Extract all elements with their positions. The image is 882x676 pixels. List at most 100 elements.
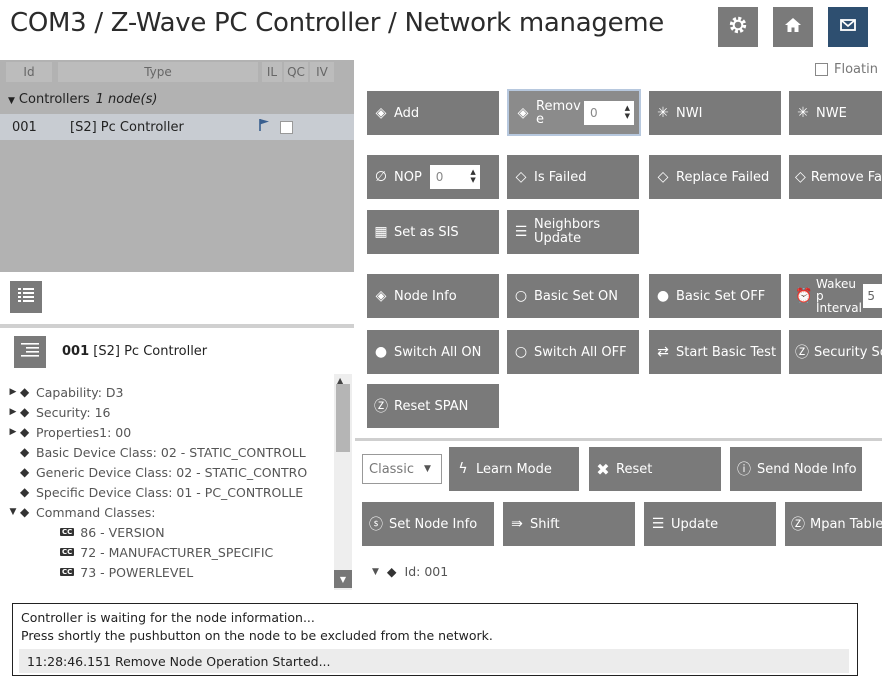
- replace-failed-icon: ◇: [657, 169, 669, 185]
- remove-stepper[interactable]: 0 ▲ ▼: [584, 100, 634, 125]
- circle-filled-icon: ●: [374, 344, 388, 360]
- grid-icon: ▦: [374, 224, 388, 240]
- table-row[interactable]: 001 [S2] Pc Controller: [0, 114, 354, 140]
- switch-all-off-button[interactable]: ○ Switch All OFF: [507, 330, 639, 374]
- page-title: COM3 / Z-Wave PC Controller / Network ma…: [10, 8, 664, 38]
- add-button[interactable]: ◈ Add: [367, 91, 499, 135]
- tree-item[interactable]: ▼ ◆ Command Classes:: [6, 502, 156, 522]
- stepper-value: 0: [590, 105, 598, 120]
- floating-label: Floatin: [834, 62, 878, 77]
- security-scheme-button[interactable]: Ⓩ Security Sc: [789, 330, 882, 374]
- tag-icon: ◆: [20, 425, 30, 439]
- node-info-button[interactable]: ◈ Node Info: [367, 274, 499, 318]
- node-details-tree: ▶ ◆ Capability: D3 ▶ ◆ Security: 16 ▶ ◆ Proper…: [0, 374, 354, 590]
- tag-icon: ◆: [20, 505, 30, 519]
- tag-icon: ◆: [20, 385, 30, 399]
- replace-failed-button[interactable]: ◇ Replace Failed: [649, 155, 781, 199]
- details-list-icon: [21, 343, 39, 361]
- log-panel: Controller is waiting for the node infor…: [12, 603, 858, 676]
- reset-span-button[interactable]: Ⓩ Reset SPAN: [367, 384, 499, 428]
- network-wide-inclusion-icon: ✳: [657, 105, 669, 121]
- tag-icon: ◆: [20, 485, 30, 499]
- mode-select[interactable]: Classic ▼: [362, 454, 442, 484]
- tree-item[interactable]: ▶ ◆ Security: 16: [6, 402, 111, 422]
- basic-set-off-button[interactable]: ● Basic Set OFF: [649, 274, 781, 318]
- log-entry[interactable]: 11:28:46.151 Remove Node Operation Start…: [19, 649, 849, 673]
- send-node-info-button[interactable]: ⓘ Send Node Info: [730, 447, 862, 491]
- tree-item[interactable]: ▶ ◆ Capability: D3: [6, 382, 124, 402]
- tree-item-command-class[interactable]: CC 72 - MANUFACTURER_SPECIFIC: [60, 542, 273, 562]
- settings-button[interactable]: [718, 7, 758, 47]
- basic-set-on-button[interactable]: ○ Basic Set ON: [507, 274, 639, 318]
- scroll-up-icon[interactable]: ▲: [337, 376, 343, 385]
- column-header-qc[interactable]: QC: [284, 62, 308, 82]
- is-failed-button[interactable]: ◇ Is Failed: [507, 155, 639, 199]
- chevron-right-icon: ▶: [9, 427, 17, 437]
- tree-item-command-class[interactable]: CC 86 - VERSION: [60, 522, 165, 542]
- start-basic-test-button[interactable]: ⇄ Start Basic Test: [649, 330, 781, 374]
- floating-checkbox[interactable]: Floatin: [815, 62, 878, 77]
- remove-button[interactable]: ◈ Remov e 0 ▲ ▼: [507, 89, 641, 136]
- node-info-icon: ◈: [375, 288, 387, 304]
- tag-icon: ◆: [20, 465, 30, 479]
- neighbors-update-button[interactable]: ☰ Neighbors Update: [507, 210, 639, 254]
- wakeup-interval-button[interactable]: ⏰ Wakeu p Interval 5: [789, 274, 882, 318]
- tree-item[interactable]: ◆ Specific Device Class: 01 - PC_CONTROLL…: [6, 482, 303, 502]
- group-row-controllers[interactable]: ▼ Controllers 1 node(s): [8, 92, 157, 107]
- mpan-table-button[interactable]: Ⓩ Mpan Table: [785, 502, 882, 546]
- start-basic-test-label: Start Basic Test: [676, 344, 777, 360]
- tree-item-label: 72 - MANUFACTURER_SPECIFIC: [80, 544, 274, 560]
- controller-id-tree-item[interactable]: ▼ ◆ Id: 001: [372, 564, 448, 579]
- learn-mode-button[interactable]: ϟ Learn Mode: [449, 447, 579, 491]
- cc-badge-icon: CC: [60, 528, 75, 536]
- group-label: Controllers: [18, 92, 90, 107]
- nwi-button[interactable]: ✳ NWI: [649, 91, 781, 135]
- switch-all-off-label: Switch All OFF: [534, 344, 627, 360]
- nop-stepper[interactable]: 0 ▲ ▼: [429, 165, 480, 189]
- node-info-label: Node Info: [394, 288, 457, 304]
- nop-button[interactable]: ∅ NOP 0 ▲ ▼: [367, 155, 499, 199]
- switch-all-on-button[interactable]: ● Switch All ON: [367, 330, 499, 374]
- chevron-down-icon: ▼: [372, 566, 379, 577]
- scroll-down-icon[interactable]: ▼: [334, 570, 352, 588]
- shift-label: Shift: [530, 516, 560, 532]
- tree-item[interactable]: ◆ Generic Device Class: 02 - STATIC_CONTR…: [6, 462, 307, 482]
- column-header-iv[interactable]: IV: [310, 62, 334, 82]
- tree-item[interactable]: ▶ ◆ Properties1: 00: [6, 422, 132, 442]
- qc-checkbox[interactable]: [280, 120, 293, 134]
- neighbors-update-label: Neighbors Update: [534, 217, 601, 246]
- set-as-sis-label: Set as SIS: [394, 224, 459, 240]
- tree-item-label: Command Classes:: [36, 504, 156, 520]
- network-wide-exclusion-icon: ✳: [797, 105, 809, 121]
- remove-failed-label: Remove Fa: [810, 169, 882, 185]
- shift-button[interactable]: ⇛ Shift: [503, 502, 635, 546]
- stepper-arrows-icon: ▲ ▼: [624, 103, 630, 120]
- wakeup-interval-input[interactable]: 5: [863, 284, 882, 308]
- scrollbar-thumb[interactable]: [336, 384, 350, 452]
- details-view-button[interactable]: [14, 336, 46, 368]
- tree-item-label: 86 - VERSION: [80, 524, 165, 540]
- list-view-button[interactable]: [10, 281, 42, 313]
- mail-button[interactable]: [828, 7, 868, 47]
- update-button[interactable]: ☰ Update: [644, 502, 776, 546]
- circle-outline-icon: ○: [514, 288, 528, 304]
- set-node-info-button[interactable]: ⓢ Set Node Info: [362, 502, 494, 546]
- set-as-sis-button[interactable]: ▦ Set as SIS: [367, 210, 499, 254]
- circle-filled-icon: ●: [656, 288, 670, 304]
- section-divider: [355, 438, 882, 441]
- column-header-type[interactable]: Type: [58, 62, 258, 82]
- panel-divider[interactable]: [0, 324, 354, 328]
- cc-badge-icon: CC: [60, 548, 75, 556]
- tree-item[interactable]: ◆ Basic Device Class: 02 - STATIC_CONTROL…: [6, 442, 306, 462]
- details-node-id: 001: [62, 344, 90, 359]
- security-sc-label: Security Sc: [814, 344, 882, 360]
- home-button[interactable]: [773, 7, 813, 47]
- nwe-button[interactable]: ✳ NWE: [789, 91, 882, 135]
- column-header-il[interactable]: IL: [262, 62, 282, 82]
- checkbox-box: [815, 63, 828, 76]
- node-id: 001: [12, 119, 37, 135]
- remove-failed-button[interactable]: ◇ Remove Fa: [789, 155, 882, 199]
- reset-button[interactable]: ✖ Reset: [589, 447, 721, 491]
- tree-item-command-class[interactable]: CC 73 - POWERLEVEL: [60, 562, 193, 582]
- column-header-id[interactable]: Id: [6, 62, 52, 82]
